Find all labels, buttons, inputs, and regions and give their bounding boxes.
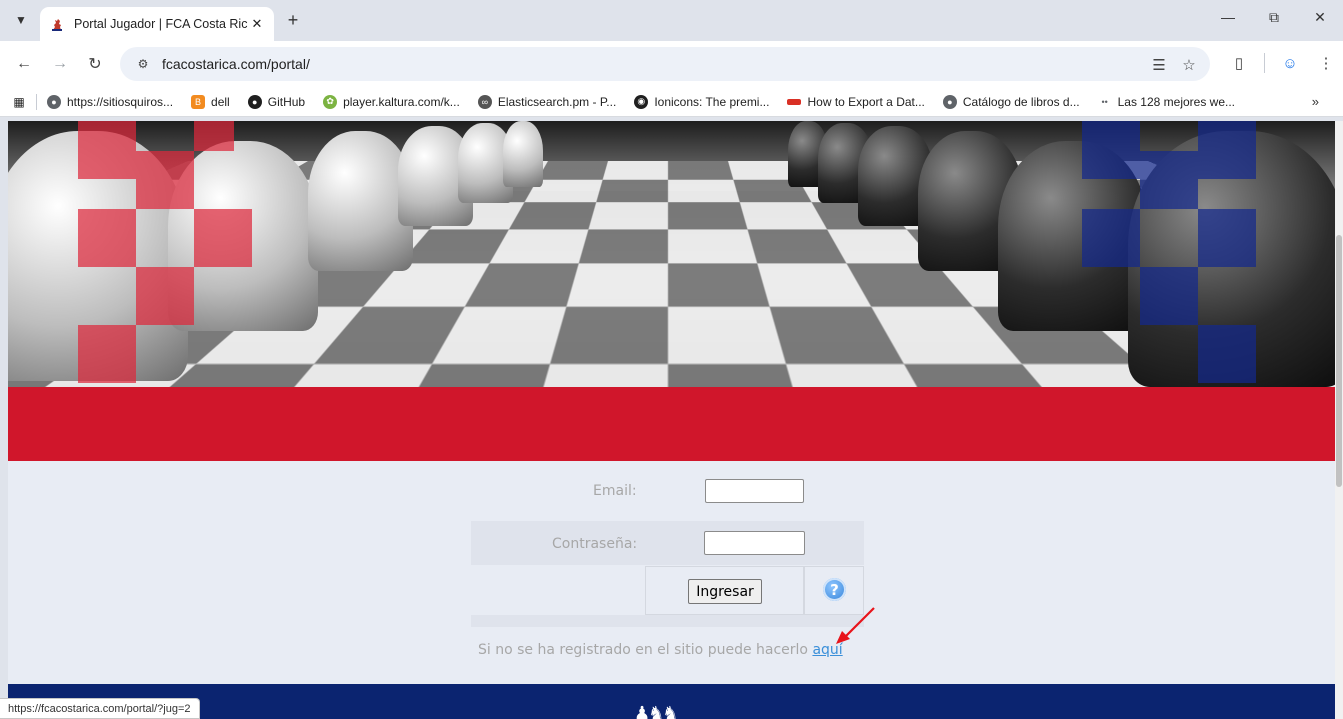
register-prompt: Si no se ha registrado en el sitio puede…	[478, 642, 843, 658]
export-icon	[787, 98, 802, 105]
bookmark-icon: ••	[1101, 96, 1108, 107]
link-status-bubble: https://fcacostarica.com/portal/?jug=2	[0, 698, 200, 719]
reload-icon[interactable]: ↻	[83, 52, 107, 76]
window-controls: — ⧉ ✕	[1205, 0, 1343, 34]
new-tab-plus-icon[interactable]: +	[282, 9, 304, 31]
bookmark-dell[interactable]: Bdell	[191, 94, 230, 109]
bookmark-catalogo-libros[interactable]: ● Catálogo de libros d...	[942, 94, 1080, 109]
extensions-puzzle-icon[interactable]: ▯	[1228, 52, 1250, 74]
red-pixel-square	[78, 325, 136, 383]
blue-pixel-square	[1198, 325, 1256, 383]
toolbar-separator	[1264, 53, 1265, 73]
email-label: Email:	[593, 483, 637, 499]
help-question-icon[interactable]: ?	[823, 578, 846, 601]
email-row	[471, 471, 864, 513]
red-pixel-square	[136, 151, 194, 209]
bookmark-kaltura[interactable]: ✿ player.kaltura.com/k...	[323, 94, 460, 109]
restore-icon[interactable]: ⧉	[1251, 0, 1297, 34]
bookmark-export-data[interactable]: How to Export a Dat...	[787, 95, 925, 109]
red-header-band	[8, 387, 1335, 461]
red-pixel-square	[78, 209, 136, 267]
blue-pixel-square	[1198, 209, 1256, 267]
form-spacer-row	[471, 615, 864, 627]
ionicons-icon: ◉	[634, 94, 649, 109]
forward-arrow-icon[interactable]: →	[48, 52, 72, 76]
blogger-icon: B	[191, 94, 206, 109]
blue-pixel-square	[1198, 121, 1256, 179]
password-label: Contraseña:	[552, 536, 638, 552]
minimize-icon[interactable]: —	[1205, 0, 1251, 34]
globe-icon: ●	[942, 94, 957, 109]
bookmark-las-128[interactable]: •• Las 128 mejores we...	[1098, 95, 1235, 109]
bookmark-ionicons[interactable]: ◉ Ionicons: The premi...	[634, 94, 769, 109]
profile-avatar-icon[interactable]: ☺	[1279, 52, 1301, 74]
chess-banner-image	[8, 121, 1335, 387]
email-input[interactable]	[705, 479, 804, 503]
bookmarks-overflow-chevron-icon[interactable]: »	[1312, 94, 1319, 109]
blue-pixel-square	[1140, 267, 1198, 325]
white-pawn-piece	[503, 121, 543, 187]
more-menu-kebab-icon[interactable]: ⋮	[1315, 52, 1337, 74]
site-info-tune-icon[interactable]: ⚙	[132, 53, 154, 75]
red-pixel-square	[194, 209, 252, 267]
tab-strip: ▼ Portal Jugador | FCA Costa Rica ✕ + — …	[0, 0, 1343, 41]
window-close-icon[interactable]: ✕	[1297, 0, 1343, 34]
back-arrow-icon[interactable]: ←	[12, 52, 36, 76]
red-annotation-arrow-icon	[836, 607, 875, 644]
apps-grid-icon[interactable]: ▦	[10, 93, 28, 111]
bookmarks-bar: ▦ ● https://sitiosquiros... Bdell ● GitHub…	[0, 87, 1343, 117]
blue-footer: ♟♞♞	[8, 684, 1335, 719]
active-tab[interactable]: Portal Jugador | FCA Costa Rica ✕	[40, 7, 274, 41]
tab-search-chevron-icon[interactable]: ▼	[10, 9, 32, 31]
translate-icon[interactable]: ☰	[1148, 54, 1170, 76]
page-viewport: Email: Contraseña: Ingresar ? Si no se h…	[8, 121, 1335, 719]
ingresar-button[interactable]: Ingresar	[688, 579, 762, 604]
bookmarks-separator	[36, 93, 37, 110]
page-scrollbar[interactable]	[1335, 121, 1343, 719]
kaltura-icon: ✿	[323, 94, 338, 109]
bookmark-star-icon[interactable]: ☆	[1178, 54, 1200, 76]
login-form: Email: Contraseña: Ingresar ? Si no se h…	[8, 461, 1335, 685]
footer-chess-logo-icon: ♟♞♞	[634, 703, 678, 719]
register-text: Si no se ha registrado en el sitio puede…	[478, 642, 813, 658]
red-pixel-square	[194, 121, 234, 151]
fca-chess-favicon-icon	[50, 17, 64, 31]
blue-pixel-square	[1140, 151, 1198, 209]
red-pixel-square	[136, 267, 194, 325]
bookmark-elasticsearch[interactable]: ∞ Elasticsearch.pm - P...	[477, 94, 616, 109]
bookmark-sitiosquiros[interactable]: ● https://sitiosquiros...	[47, 94, 173, 109]
red-pixel-square	[78, 121, 136, 179]
bookmark-github[interactable]: ● GitHub	[247, 94, 305, 109]
close-tab-icon[interactable]: ✕	[248, 15, 266, 33]
elastic-icon: ∞	[477, 94, 492, 109]
github-icon: ●	[247, 94, 262, 109]
browser-toolbar: ← → ↻ ⚙ fcacostarica.com/portal/ ☰ ☆ ▯ ☺…	[0, 41, 1343, 87]
scrollbar-thumb[interactable]	[1336, 235, 1342, 487]
address-bar[interactable]: ⚙ fcacostarica.com/portal/ ☰ ☆	[120, 47, 1210, 81]
tab-title: Portal Jugador | FCA Costa Rica	[74, 17, 248, 31]
blue-pixel-square	[1082, 121, 1140, 179]
url-text: fcacostarica.com/portal/	[162, 56, 310, 72]
blue-pixel-square	[1082, 209, 1140, 267]
password-input[interactable]	[704, 531, 805, 555]
globe-icon: ●	[47, 94, 61, 109]
password-row	[471, 521, 864, 565]
